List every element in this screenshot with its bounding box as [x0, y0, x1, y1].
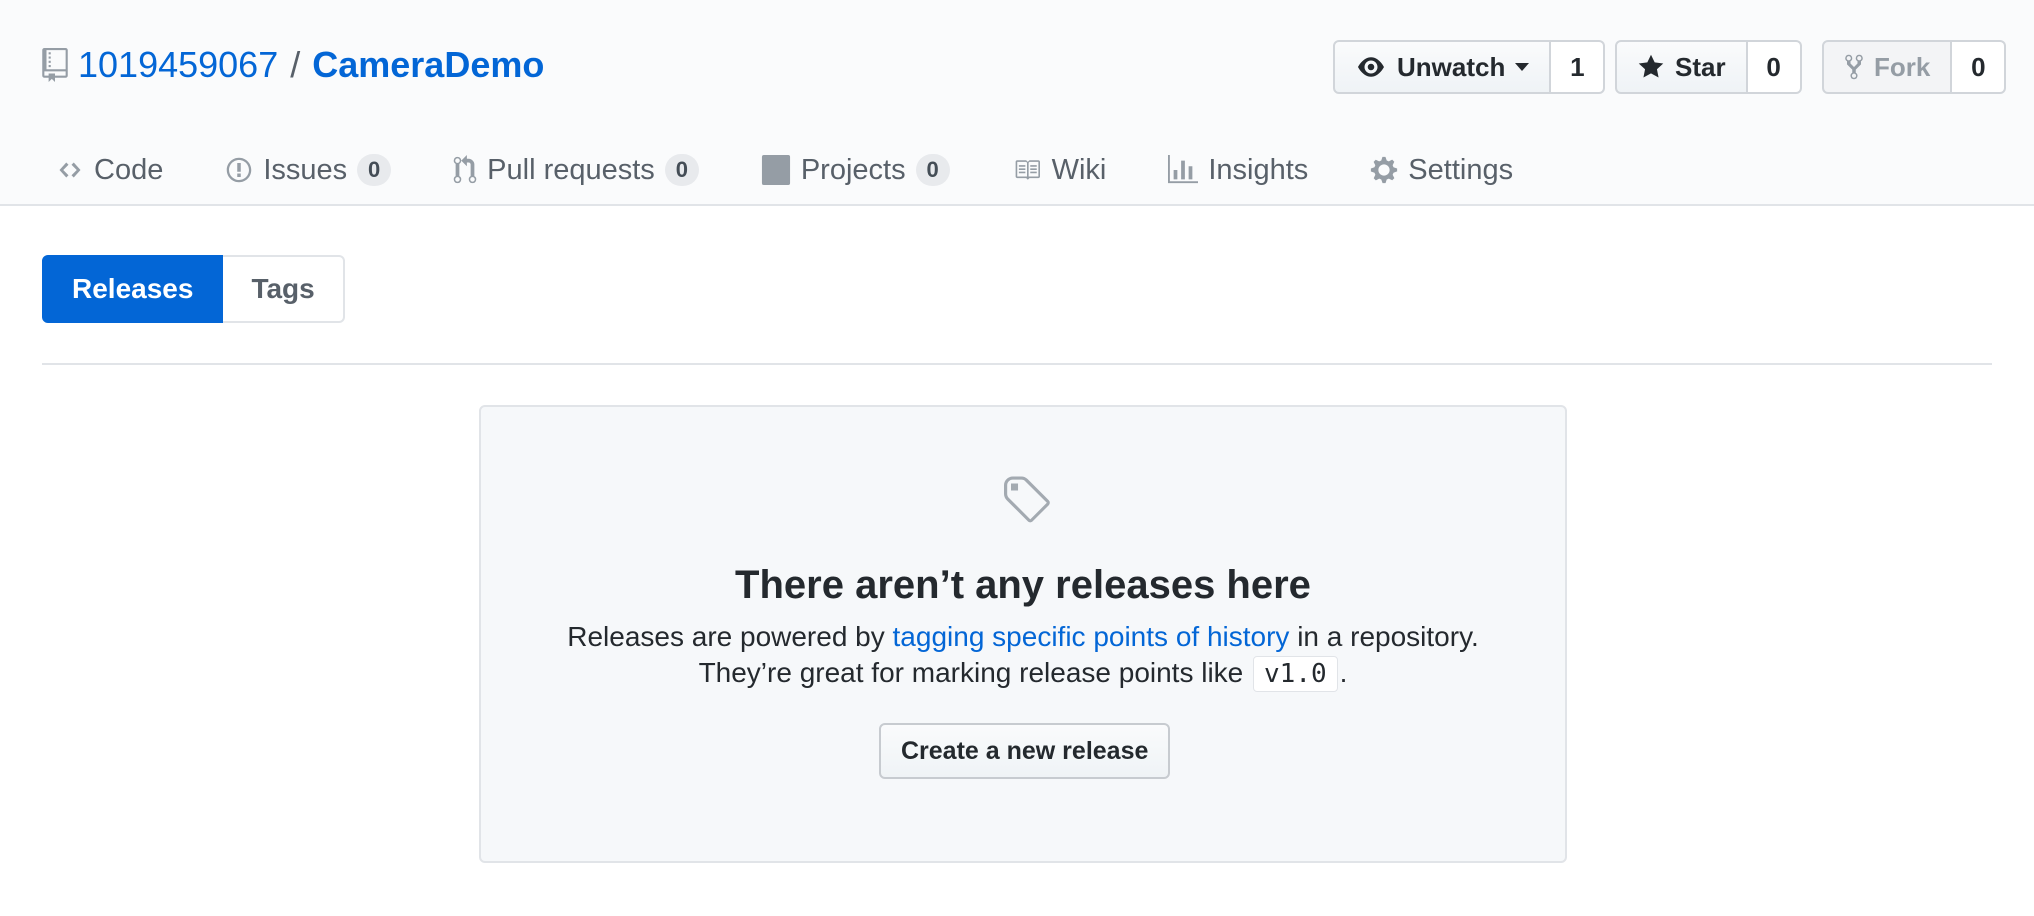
issue-icon	[227, 157, 252, 183]
repo-title: 1019459067 / CameraDemo	[42, 40, 544, 90]
version-example: v1.0	[1253, 656, 1338, 692]
gear-icon	[1371, 156, 1398, 184]
blankslate-title: There aren’t any releases here	[735, 563, 1311, 607]
repo-header: 1019459067 / CameraDemo Unwatch 1 Star 0…	[0, 0, 2034, 206]
releases-subnav: Releases Tags	[42, 255, 345, 323]
divider	[42, 363, 1992, 365]
tab-projects-label: Projects	[800, 153, 906, 186]
repo-owner-link[interactable]: 1019459067	[78, 44, 278, 86]
watch-group: Unwatch 1	[1333, 40, 1606, 94]
project-icon	[761, 155, 790, 185]
forks-count[interactable]: 0	[1952, 40, 2007, 94]
book-icon	[1015, 160, 1040, 180]
tab-issues-label: Issues	[263, 153, 348, 186]
tab-wiki-label: Wiki	[1051, 153, 1107, 186]
star-group: Star 0	[1615, 40, 1802, 94]
tab-pull-requests-label: Pull requests	[487, 153, 655, 186]
blankslate-text-2-before: They’re great for marking release points…	[698, 657, 1252, 688]
watchers-count[interactable]: 1	[1551, 40, 1606, 94]
code-icon	[59, 162, 81, 178]
pull-request-icon	[453, 155, 477, 184]
tab-issues[interactable]: Issues 0	[225, 148, 392, 192]
eye-icon	[1358, 57, 1384, 77]
unwatch-button[interactable]: Unwatch	[1333, 40, 1552, 94]
tab-insights-label: Insights	[1208, 153, 1309, 186]
blankslate-description-2: They’re great for marking release points…	[481, 656, 1565, 692]
blankslate-text-after: in a repository.	[1289, 621, 1479, 652]
tab-pull-requests[interactable]: Pull requests 0	[453, 148, 699, 192]
tab-insights[interactable]: Insights	[1168, 148, 1308, 192]
fork-label: Fork	[1874, 51, 1931, 82]
tab-settings-label: Settings	[1408, 153, 1514, 186]
chevron-down-icon	[1515, 63, 1530, 71]
tagging-history-link[interactable]: tagging specific points of history	[893, 621, 1290, 652]
create-release-button[interactable]: Create a new release	[879, 723, 1171, 779]
blankslate-text-before: Releases are powered by	[567, 621, 893, 652]
fork-button[interactable]: Fork	[1822, 40, 1953, 94]
star-icon	[1638, 54, 1664, 78]
releases-tab[interactable]: Releases	[42, 255, 224, 323]
issues-counter: 0	[357, 154, 392, 186]
repo-name-link[interactable]: CameraDemo	[312, 44, 544, 86]
repo-separator: /	[290, 44, 301, 85]
star-button[interactable]: Star	[1615, 40, 1748, 94]
pull-requests-counter: 0	[664, 154, 699, 186]
projects-counter: 0	[915, 154, 950, 186]
blankslate-text-2-after: .	[1339, 657, 1348, 688]
tab-wiki[interactable]: Wiki	[1012, 148, 1107, 192]
tab-settings[interactable]: Settings	[1370, 148, 1513, 192]
stargazers-count[interactable]: 0	[1747, 40, 1802, 94]
graph-icon	[1168, 155, 1199, 184]
fork-icon	[1845, 54, 1863, 80]
fork-group: Fork 0	[1822, 40, 2007, 94]
star-label: Star	[1675, 51, 1726, 82]
repo-icon	[42, 48, 68, 82]
repo-nav: Code Issues 0 Pull requests 0 Projects 0…	[56, 148, 1575, 192]
unwatch-label: Unwatch	[1397, 51, 1506, 82]
tags-tab[interactable]: Tags	[223, 255, 345, 323]
tag-icon	[1004, 476, 1050, 523]
blankslate: There aren’t any releases here Releases …	[479, 405, 1567, 863]
tab-projects[interactable]: Projects 0	[761, 148, 950, 192]
tab-code[interactable]: Code	[56, 148, 163, 192]
blankslate-description: Releases are powered by tagging specific…	[481, 621, 1565, 653]
tab-code-label: Code	[94, 153, 164, 186]
